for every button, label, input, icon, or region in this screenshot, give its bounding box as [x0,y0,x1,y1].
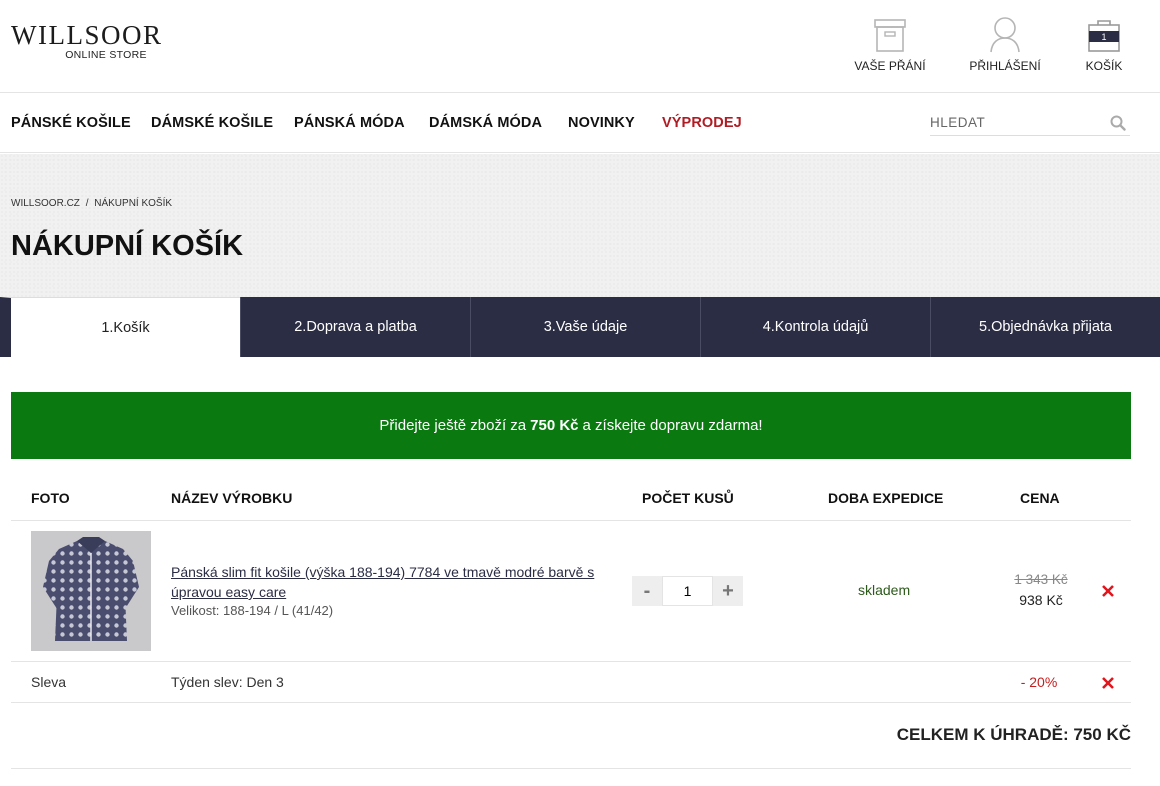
step-shipping-payment[interactable]: 2.Doprava a platba [240,297,470,357]
discount-value: - 20% [1020,674,1058,690]
product-size: Velikost: 188-194 / L (41/42) [171,603,334,618]
remove-discount-icon[interactable] [1101,676,1115,695]
search-input[interactable] [930,108,1100,136]
wishlist-box-icon [852,8,928,53]
page-hero: WILLSOOR.CZ / NÁKUPNÍ KOŠÍK NÁKUPNÍ KOŠÍ… [0,154,1160,297]
quantity-increase-button[interactable]: + [713,576,743,606]
logo-text: WILLSOOR [11,20,163,50]
breadcrumb-separator: / [85,198,89,209]
nav-womens-shirts[interactable]: DÁMSKÉ KOŠILE [151,115,273,131]
header-name: NÁZEV VÝROBKU [171,490,293,506]
banner-prefix: Přidejte ještě zboží za [379,417,527,434]
header-quantity: POČET KUSŮ [642,490,734,506]
nav-sale[interactable]: VÝPRODEJ [662,115,742,131]
cart-bag-icon: 1 [1080,8,1128,53]
header-photo: FOTO [31,490,70,506]
user-icon [966,8,1044,53]
step-review[interactable]: 4.Kontrola údajů [700,297,930,357]
login-label: PŘIHLÁŠENÍ [969,59,1041,73]
product-name-link[interactable]: Pánská slim fit košile (výška 188-194) 7… [171,562,601,602]
quantity-stepper: - + [632,576,743,606]
nav-womens-fashion[interactable]: DÁMSKÁ MÓDA [429,115,542,131]
breadcrumb: WILLSOOR.CZ / NÁKUPNÍ KOŠÍK [11,198,172,209]
checkout-steps: 1.Košík 2.Doprava a platba 3.Vaše údaje … [0,297,1160,357]
wishlist-label: VAŠE PŘÁNÍ [854,59,926,73]
cart-item-row: Pánská slim fit košile (výška 188-194) 7… [11,521,1131,662]
divider [11,768,1131,769]
remove-item-icon[interactable] [1101,584,1115,603]
header-price: CENA [1020,490,1060,506]
login-link[interactable]: PŘIHLÁŠENÍ [966,8,1044,73]
product-photo[interactable] [31,531,151,651]
current-price: 938 Kč [1019,592,1063,608]
free-shipping-banner: Přidejte ještě zboží za 750 Kč a získejt… [11,392,1131,459]
logo-subtitle: ONLINE STORE [65,49,147,61]
discount-row: Sleva Týden slev: Den 3 - 20% [11,662,1131,703]
availability-status: skladem [858,582,911,598]
wishlist-link[interactable]: VAŠE PŘÁNÍ [852,8,928,73]
header-shipping-time: DOBA EXPEDICE [828,490,944,506]
quantity-input[interactable] [662,576,713,606]
step-your-details[interactable]: 3.Vaše údaje [470,297,700,357]
cart-table-header: FOTO NÁZEV VÝROBKU POČET KUSŮ DOBA EXPED… [11,478,1131,521]
step-order-received[interactable]: 5.Objednávka přijata [930,297,1160,357]
main-navigation: PÁNSKÉ KOŠILE DÁMSKÉ KOŠILE PÁNSKÁ MÓDA … [0,93,1160,153]
breadcrumb-current: NÁKUPNÍ KOŠÍK [94,198,173,209]
step-cart[interactable]: 1.Košík [0,297,240,357]
cart-link[interactable]: 1 KOŠÍK [1080,8,1128,73]
original-price: 1 343 Kč [1014,572,1068,587]
banner-suffix: a získejte dopravu zdarma! [582,417,763,434]
page-title: NÁKUPNÍ KOŠÍK [11,230,244,262]
logo[interactable]: WILLSOOR ONLINE STORE [11,20,181,62]
cart-label: KOŠÍK [1085,59,1123,73]
cart-count: 1 [1101,32,1106,42]
order-total: CELKEM K ÚHRADĚ: 750 KČ [896,725,1131,744]
nav-mens-fashion[interactable]: PÁNSKÁ MÓDA [294,115,405,131]
search-box [930,108,1130,136]
quantity-decrease-button[interactable]: - [632,576,662,606]
discount-label: Sleva [31,674,67,690]
site-header: WILLSOOR ONLINE STORE VAŠE PŘÁNÍ PŘIHLÁŠ… [0,0,1160,93]
nav-mens-shirts[interactable]: PÁNSKÉ KOŠILE [11,115,131,131]
breadcrumb-home[interactable]: WILLSOOR.CZ [11,198,80,209]
search-icon[interactable] [1110,115,1126,136]
banner-amount: 750 Kč [530,417,579,434]
discount-name: Týden slev: Den 3 [171,674,284,690]
nav-new-arrivals[interactable]: NOVINKY [568,115,635,131]
